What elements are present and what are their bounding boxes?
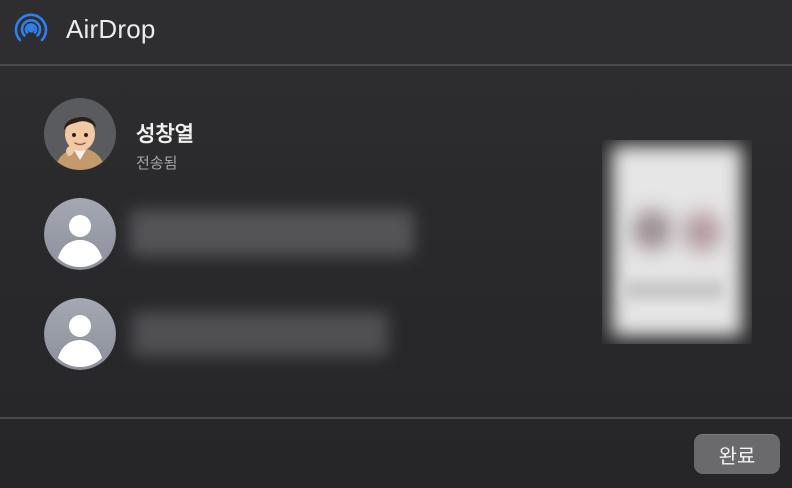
file-preview-blur xyxy=(682,212,722,252)
default-person-avatar xyxy=(44,198,116,270)
header-divider xyxy=(0,64,792,66)
window-title: AirDrop xyxy=(66,14,156,44)
airdrop-window: AirDrop 성창열 전송됨 완료 xyxy=(0,0,792,488)
airdrop-icon xyxy=(12,10,50,48)
file-preview-page xyxy=(612,146,742,336)
recipient-name: 성창열 xyxy=(136,123,194,146)
recipient-name-redacted xyxy=(132,312,388,356)
window-header: AirDrop xyxy=(0,0,792,64)
recipient-status: 전송됨 xyxy=(136,155,178,172)
done-button[interactable]: 완료 xyxy=(694,434,780,474)
default-person-avatar xyxy=(44,298,116,370)
memoji-avatar xyxy=(44,98,116,170)
recipient-item[interactable] xyxy=(44,198,116,270)
file-preview-blur xyxy=(624,280,724,300)
recipient-name-redacted xyxy=(130,210,414,256)
footer-divider xyxy=(0,417,792,419)
recipient-item[interactable] xyxy=(44,98,116,170)
recipient-item[interactable] xyxy=(44,298,116,370)
file-preview-thumbnail xyxy=(602,140,752,344)
file-preview-blur xyxy=(632,210,672,250)
